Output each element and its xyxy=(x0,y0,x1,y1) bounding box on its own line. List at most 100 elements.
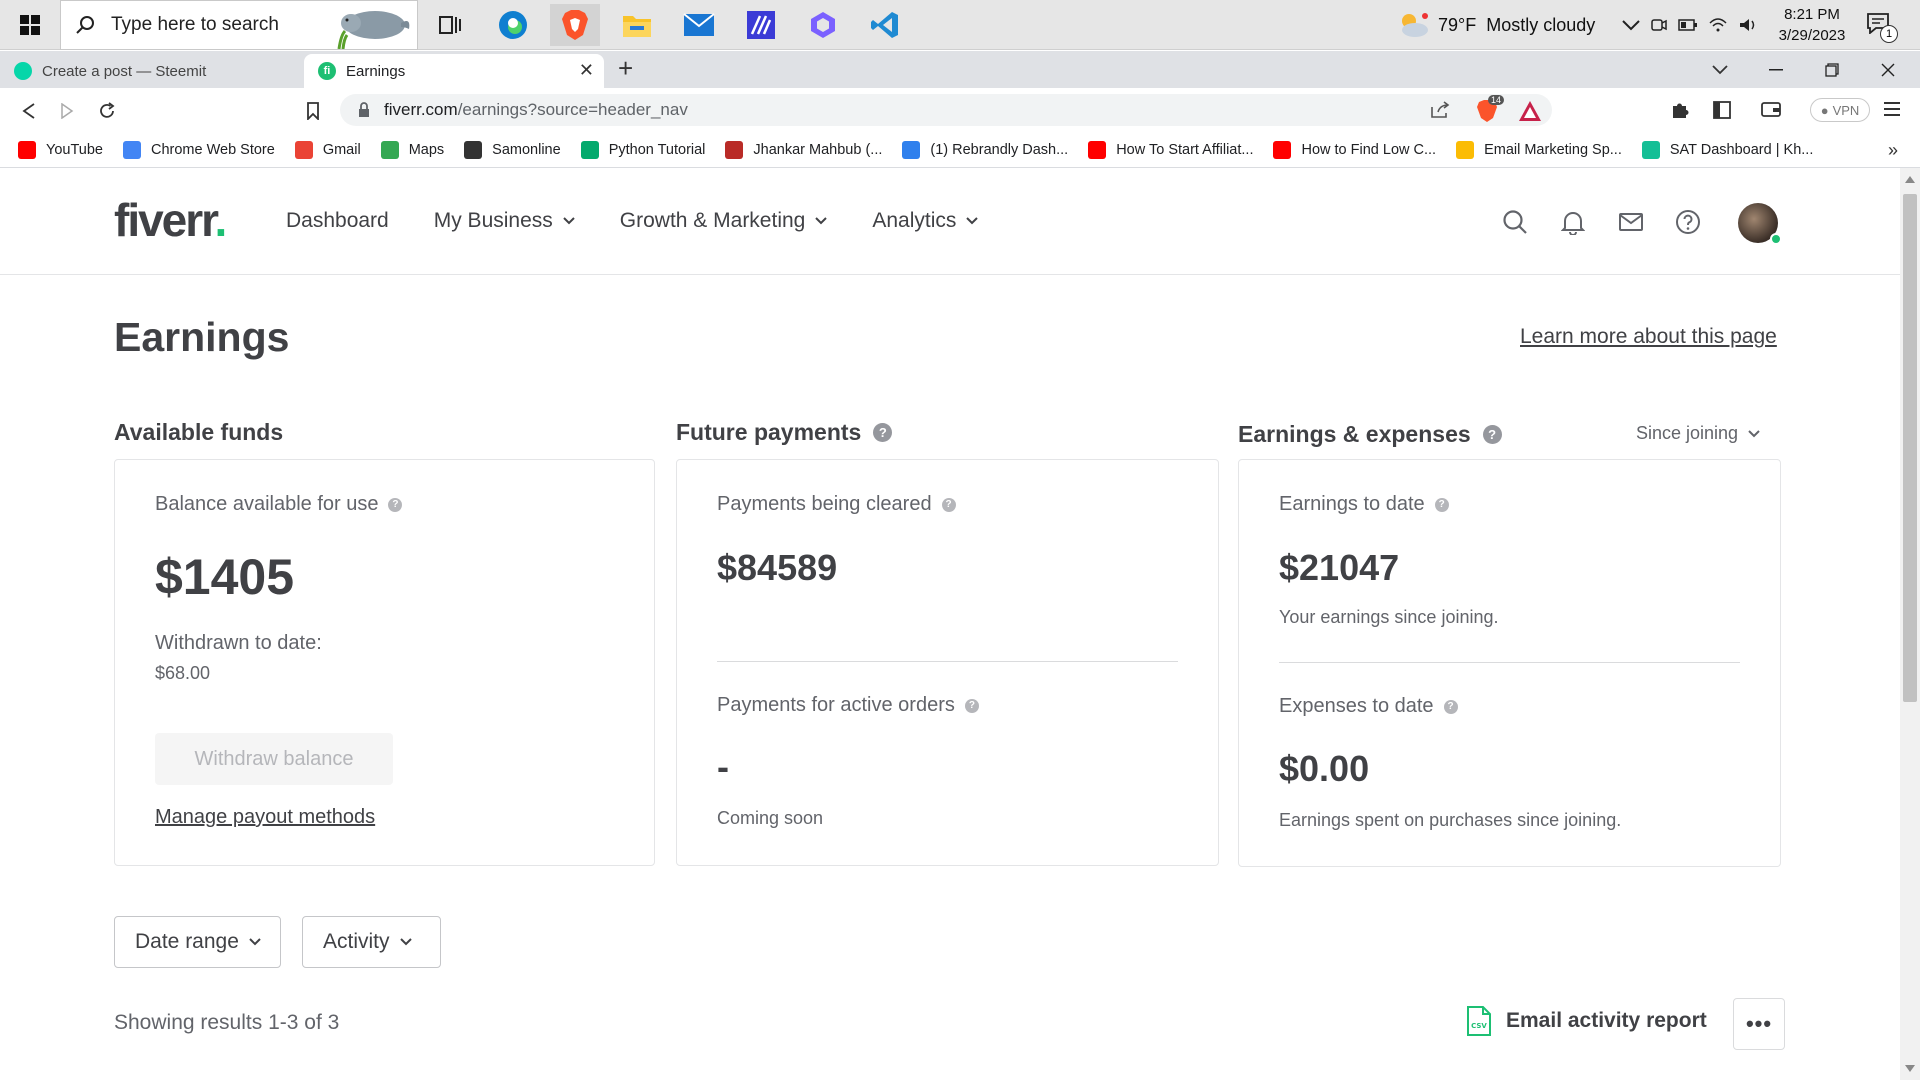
weather-temperature: 79°F xyxy=(1438,14,1477,35)
user-avatar[interactable] xyxy=(1738,203,1782,245)
close-window-button[interactable] xyxy=(1860,51,1916,88)
question-mark-icon[interactable]: ? xyxy=(964,698,979,713)
question-mark-icon[interactable]: ? xyxy=(1482,425,1502,444)
nav-analytics[interactable]: Analytics xyxy=(872,209,979,233)
share-icon[interactable] xyxy=(1430,101,1450,119)
wifi-icon[interactable] xyxy=(1708,17,1728,33)
wallet-button[interactable] xyxy=(1760,100,1782,123)
withdraw-balance-button[interactable]: Withdraw balance xyxy=(155,733,393,785)
manage-payout-methods-link[interactable]: Manage payout methods xyxy=(155,806,375,829)
period-dropdown[interactable]: Since joining xyxy=(1636,423,1760,444)
taskbar-app-mail[interactable] xyxy=(674,4,724,46)
brave-rewards-button[interactable] xyxy=(1518,100,1542,127)
email-activity-report-button[interactable]: CSV Email activity report xyxy=(1466,1005,1707,1037)
clock-date: 3/29/2023 xyxy=(1778,27,1846,44)
question-mark-icon[interactable]: ? xyxy=(388,497,403,512)
chevron-up-icon[interactable] xyxy=(1622,19,1640,31)
bookmark-item[interactable]: SAT Dashboard | Kh... xyxy=(1641,140,1813,159)
close-tab-icon[interactable]: ✕ xyxy=(579,60,594,81)
scroll-up-arrow-icon[interactable] xyxy=(1905,176,1915,183)
scroll-down-arrow-icon[interactable] xyxy=(1905,1065,1915,1072)
nav-growth-marketing[interactable]: Growth & Marketing xyxy=(620,209,828,233)
future-payments-card: Payments being cleared ? $84589 Payments… xyxy=(676,459,1219,866)
restore-window-button[interactable] xyxy=(1804,51,1860,88)
activity-dropdown[interactable]: Activity xyxy=(302,916,441,968)
scrollbar-thumb[interactable] xyxy=(1903,194,1917,702)
fiverr-logo[interactable]: fiverr. xyxy=(114,193,227,247)
bookmark-label: Samonline xyxy=(492,141,561,158)
tab-steemit[interactable]: Create a post — Steemit xyxy=(0,54,300,88)
question-mark-icon[interactable]: ? xyxy=(873,423,893,442)
bookmark-page-button[interactable] xyxy=(298,96,328,126)
forward-button[interactable] xyxy=(52,96,82,126)
taskbar-app-generic[interactable] xyxy=(736,4,786,46)
bookmark-item[interactable]: (1) Rebrandly Dash... xyxy=(902,140,1069,159)
bookmark-item[interactable]: Jhankar Mahbub (... xyxy=(725,140,882,159)
question-mark-icon[interactable]: ? xyxy=(941,497,956,512)
learn-more-link[interactable]: Learn more about this page xyxy=(1520,325,1777,349)
section-title-text: Earnings & expenses xyxy=(1238,421,1471,447)
question-mark-icon[interactable]: ? xyxy=(1434,497,1449,512)
notification-center-button[interactable]: 1 xyxy=(1866,12,1898,43)
taskbar-app-vscode[interactable] xyxy=(860,4,910,46)
notifications-button[interactable] xyxy=(1558,207,1588,237)
bookmark-icon xyxy=(307,102,319,120)
question-mark-icon[interactable]: ? xyxy=(1443,699,1458,714)
browser-menu-button[interactable] xyxy=(1884,100,1900,123)
bookmark-item[interactable]: How to Find Low C... xyxy=(1273,140,1436,159)
sidebar-toggle-button[interactable] xyxy=(1712,100,1732,125)
back-button[interactable] xyxy=(14,96,44,126)
bookmark-item[interactable]: How To Start Affiliat... xyxy=(1088,140,1253,159)
nav-dashboard[interactable]: Dashboard xyxy=(286,209,389,233)
bookmark-label: (1) Rebrandly Dash... xyxy=(930,141,1069,158)
windows-start-button[interactable] xyxy=(0,0,60,50)
taskbar-search-box[interactable]: Type here to search xyxy=(60,0,418,50)
taskbar-app-file-explorer[interactable] xyxy=(612,4,662,46)
taskbar-weather[interactable]: 79°F Mostly cloudy xyxy=(1396,0,1595,50)
manatee-illustration-icon xyxy=(337,11,410,49)
new-tab-button[interactable]: + xyxy=(618,52,633,84)
bookmark-favicon-icon xyxy=(18,140,36,159)
taskbar-app-brave[interactable] xyxy=(550,4,600,46)
coming-soon-note: Coming soon xyxy=(717,808,824,828)
reload-button[interactable] xyxy=(92,96,122,126)
bookmark-item[interactable]: YouTube xyxy=(18,140,103,159)
messages-button[interactable] xyxy=(1616,207,1646,237)
help-circle-icon xyxy=(1676,210,1700,234)
address-bar[interactable]: fiverr.com/earnings?source=header_nav xyxy=(340,94,1552,126)
more-bookmarks-chevron-icon[interactable]: » xyxy=(1888,140,1898,161)
bookmark-item[interactable]: Samonline xyxy=(464,140,561,159)
bookmark-item[interactable]: Chrome Web Store xyxy=(122,140,275,159)
period-label: Since joining xyxy=(1636,423,1739,443)
bookmark-item[interactable]: Email Marketing Sp... xyxy=(1456,140,1622,159)
taskbar-app-copilot[interactable] xyxy=(798,4,848,46)
extensions-button[interactable] xyxy=(1670,100,1690,125)
meet-now-icon[interactable] xyxy=(1650,16,1668,34)
cleared-label-text: Payments being cleared xyxy=(717,493,932,515)
bookmark-item[interactable]: Python Tutorial xyxy=(580,140,705,159)
taskbar-app-edge[interactable] xyxy=(488,4,538,46)
nav-label: Analytics xyxy=(872,209,957,232)
bookmark-favicon-icon xyxy=(122,140,141,159)
help-button[interactable] xyxy=(1673,207,1703,237)
minimize-window-button[interactable] xyxy=(1748,51,1804,88)
date-range-dropdown[interactable]: Date range xyxy=(114,916,281,968)
more-options-button[interactable]: ••• xyxy=(1733,998,1785,1050)
bookmark-favicon-icon xyxy=(464,140,483,159)
brave-shields-button[interactable]: 14 xyxy=(1476,95,1505,128)
page-scrollbar[interactable] xyxy=(1900,168,1920,1080)
tab-earnings[interactable]: fi Earnings ✕ xyxy=(304,54,604,88)
back-arrow-icon xyxy=(22,103,35,119)
tab-search-button[interactable] xyxy=(1692,51,1748,88)
volume-icon[interactable] xyxy=(1738,17,1758,33)
nav-my-business[interactable]: My Business xyxy=(434,209,575,233)
task-view-button[interactable] xyxy=(426,4,476,46)
chevron-down-icon xyxy=(1748,429,1760,437)
vpn-button[interactable]: ● VPN xyxy=(1810,98,1870,122)
taskbar-clock[interactable]: 8:21 PM 3/29/2023 xyxy=(1770,4,1854,46)
bookmark-item[interactable]: Maps xyxy=(380,140,444,159)
bookmark-item[interactable]: Gmail xyxy=(294,140,361,159)
search-button[interactable] xyxy=(1500,207,1530,237)
earnings-note: Your earnings since joining. xyxy=(1279,607,1499,627)
battery-icon[interactable] xyxy=(1678,18,1698,32)
